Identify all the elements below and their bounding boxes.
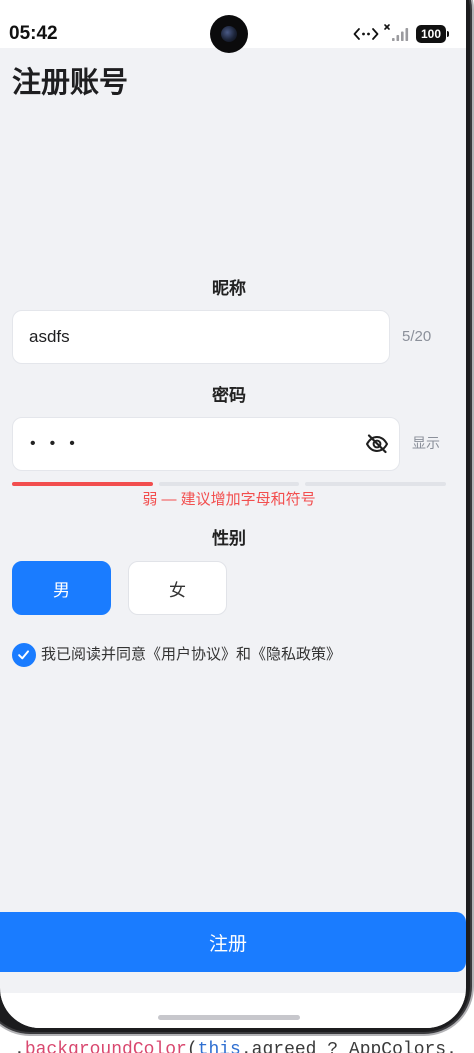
page-title: 注册账号 [12, 67, 129, 99]
code-token-paren: ( [186, 1040, 198, 1053]
status-bar: 05:42 100 [0, 0, 466, 53]
camera-lens [221, 26, 237, 42]
user-agreement-link[interactable]: 《用户协议》 [146, 646, 236, 663]
battery-icon: 100 [416, 25, 450, 43]
battery-nub [447, 31, 449, 37]
front-camera [210, 15, 248, 53]
phone-screen: 05:42 100 注册账号 昵称 asdfs 5/20 密码 ••• 显示 弱… [0, 0, 466, 1028]
nickname-char-counter: 5/20 [402, 328, 432, 345]
gender-female-button[interactable]: 女 [128, 561, 227, 615]
show-password-toggle[interactable]: 显示 [412, 433, 440, 453]
password-label: 密码 [212, 386, 246, 405]
agreement-text: 我已阅读并同意《用户协议》和《隐私政策》 [41, 645, 341, 665]
code-snippet-fragment: . backgroundColor ( this .agreed ? AppCo… [14, 1036, 457, 1053]
password-input[interactable]: ••• [12, 417, 400, 471]
agreement-conjunction: 和 [236, 646, 252, 663]
gender-label: 性别 [212, 529, 246, 548]
gender-male-button[interactable]: 男 [12, 561, 111, 615]
strength-segment [12, 482, 153, 486]
code-token-rest: .agreed ? AppColors. [240, 1040, 457, 1053]
gesture-navigation-bar [0, 993, 466, 1028]
privacy-policy-link[interactable]: 《隐私政策》 [251, 646, 341, 663]
nickname-input[interactable]: asdfs [12, 310, 390, 364]
battery-level: 100 [416, 25, 446, 43]
code-token-this: this [197, 1040, 241, 1053]
code-token-property: backgroundColor [24, 1040, 187, 1053]
status-time: 05:42 [9, 23, 58, 44]
strength-segment [158, 482, 300, 486]
password-masked-value: ••• [30, 435, 89, 452]
register-button[interactable]: 注册 [0, 912, 466, 972]
password-strength-meter [12, 482, 447, 486]
agreement-prefix: 我已阅读并同意 [41, 646, 147, 663]
signal-no-sim-icon [384, 24, 409, 41]
agree-checkbox[interactable] [12, 643, 36, 667]
strength-segment [305, 482, 447, 486]
home-indicator [158, 1015, 300, 1020]
nickname-label: 昵称 [212, 279, 246, 298]
nickname-value: asdfs [29, 327, 70, 346]
code-token-dot: . [14, 1040, 25, 1053]
password-strength-hint: 弱 — 建议增加字母和符号 [142, 491, 316, 508]
eye-off-icon[interactable] [365, 432, 389, 456]
check-icon [18, 650, 30, 660]
data-transfer-icon [353, 28, 379, 40]
